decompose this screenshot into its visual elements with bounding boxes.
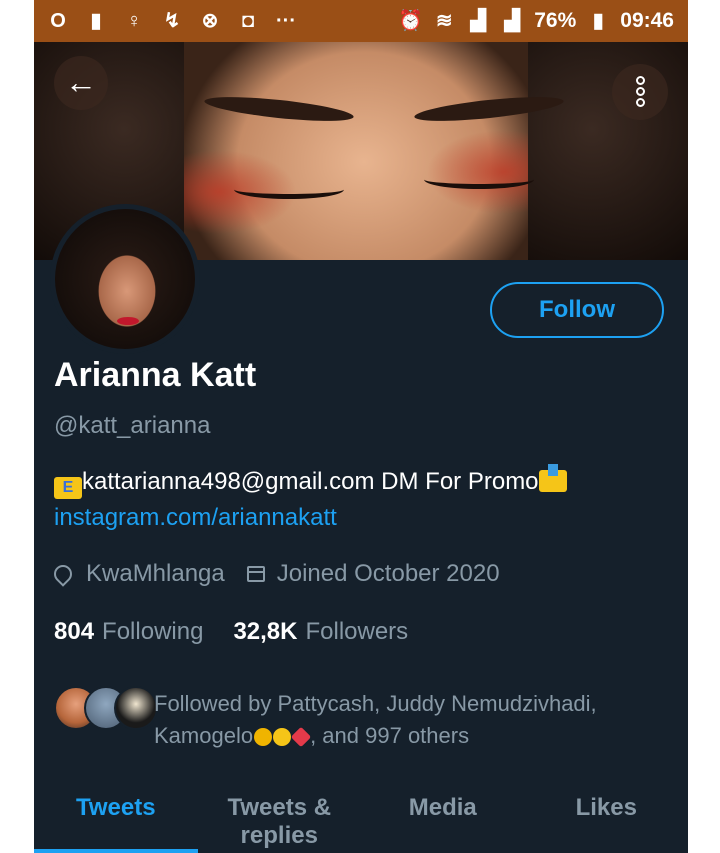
tab-likes[interactable]: Likes (525, 780, 689, 853)
profile-link[interactable]: instagram.com/ariannakatt (54, 504, 337, 532)
twitter-profile-screen: O ▮ ♀ ↯ ⊗ ◘ ··· ⏰ ≋ ▟ ▟ 76% ▮ 09:46 ← Fo… (34, 0, 688, 853)
follow-button[interactable]: Follow (490, 282, 664, 338)
following-count[interactable]: 804 (54, 618, 94, 646)
battery-percent: 76% (534, 9, 577, 32)
star-struck-emoji-icon (254, 728, 273, 746)
heart-emoji-icon (290, 726, 312, 748)
followers-label[interactable]: Followers (305, 618, 408, 646)
file-icon: ▮ (90, 10, 102, 32)
tab-tweets-replies[interactable]: Tweets & replies (198, 780, 362, 853)
tab-tweets[interactable]: Tweets (34, 780, 198, 853)
signal-icon: ▟ (504, 10, 520, 32)
wifi-off-icon: ⊗ (201, 10, 219, 32)
followed-by-text[interactable]: Followed by Pattycash, Juddy Nemudzivhad… (154, 688, 654, 752)
profile-meta: KwaMhlanga Joined October 2020 (50, 560, 500, 588)
signal-icon: ▟ (470, 10, 486, 32)
followers-count[interactable]: 32,8K (233, 618, 297, 646)
location-pin-icon (50, 561, 76, 587)
avatar[interactable] (50, 204, 200, 354)
avatar (114, 686, 158, 730)
alarm-icon: ⏰ (398, 10, 424, 32)
status-bar: O ▮ ♀ ↯ ⊗ ◘ ··· ⏰ ≋ ▟ ▟ 76% ▮ 09:46 (34, 0, 688, 42)
sim-icon: ↯ (163, 10, 181, 32)
more-icon: ··· (276, 10, 296, 32)
location-icon: ♀ (126, 10, 142, 32)
bio-text: kattarianna498@gmail.com DM For Promo (82, 468, 539, 495)
follow-counts: 804 Following 32,8K Followers (54, 618, 430, 646)
profile-name: Arianna Katt (54, 356, 257, 394)
profile-tabs: Tweets Tweets & replies Media Likes (34, 780, 688, 853)
profile-handle: @katt_arianna (54, 412, 211, 439)
battery-icon: ▮ (592, 10, 604, 32)
back-button[interactable]: ← (54, 56, 108, 110)
inbox-emoji-icon (538, 464, 567, 492)
opera-icon: O (50, 10, 66, 32)
calendar-icon (246, 566, 265, 582)
lock-icon: ◘ (241, 10, 255, 32)
wifi-icon: ≋ (435, 10, 453, 32)
tab-media[interactable]: Media (361, 780, 525, 853)
followers-you-know-avatars[interactable] (54, 686, 158, 730)
profile-bio: Ekattarianna498@gmail.com DM For Promo (54, 464, 567, 499)
clock: 09:46 (620, 9, 674, 32)
following-label[interactable]: Following (102, 618, 203, 646)
arrow-left-icon: ← (65, 64, 97, 100)
profile-joined: Joined October 2020 (276, 560, 500, 587)
email-emoji-icon: E (54, 477, 82, 499)
kiss-emoji-icon (273, 728, 292, 746)
more-options-button[interactable] (612, 64, 668, 120)
profile-location: KwaMhlanga (86, 560, 225, 587)
more-vertical-icon (636, 76, 645, 85)
